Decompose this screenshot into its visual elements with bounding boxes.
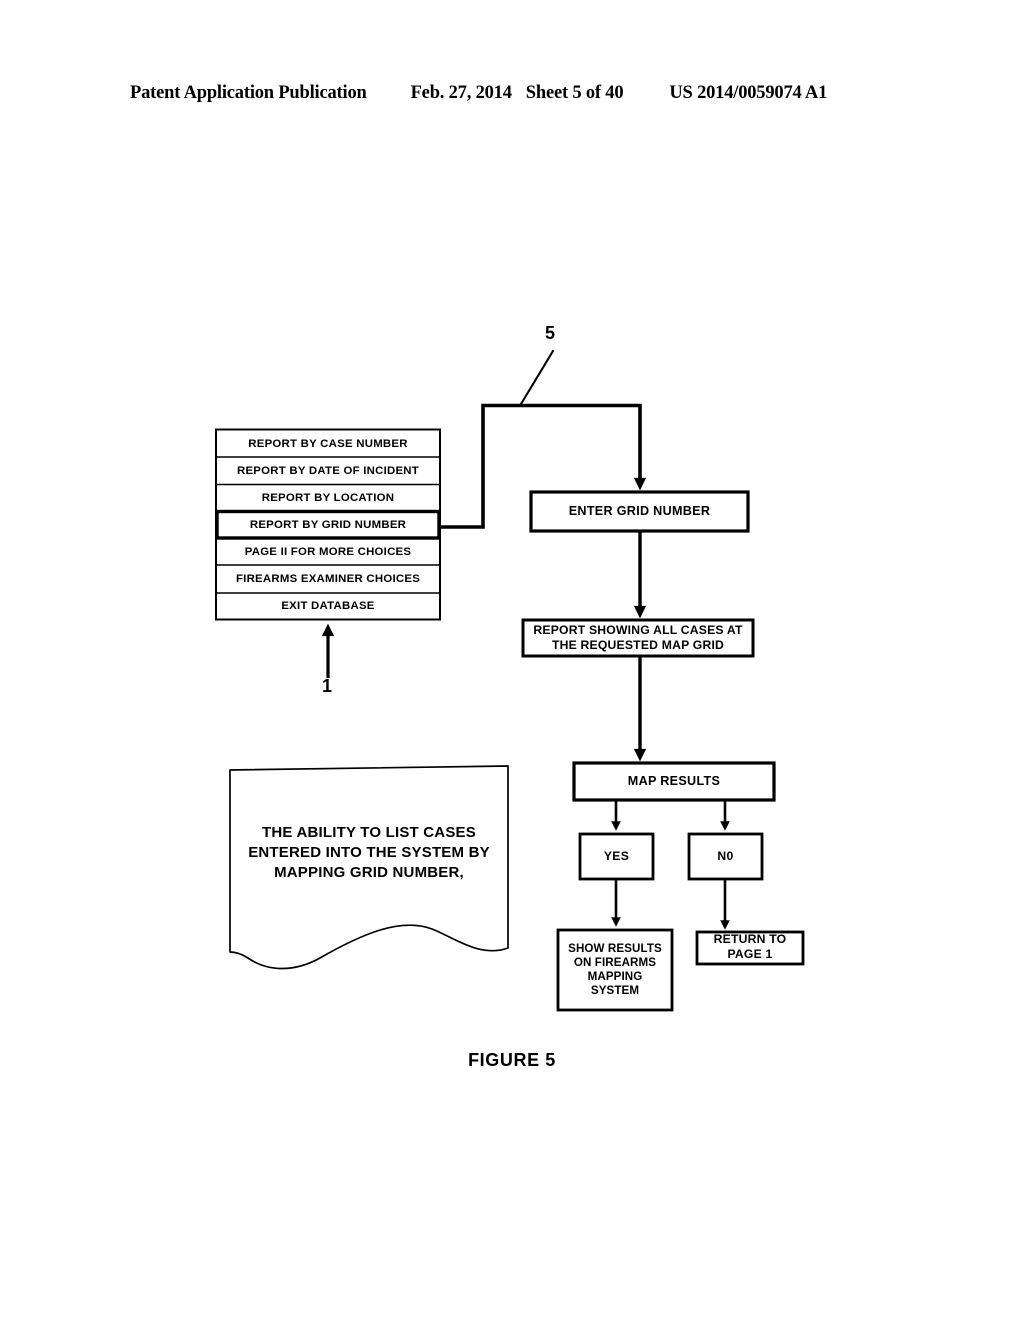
menu-item-report-by-date-of-incident[interactable]: REPORT BY DATE OF INCIDENT (216, 457, 440, 485)
leader-line-5 (519, 349, 555, 406)
node-text-line-2: THE REQUESTED MAP GRID (551, 638, 725, 652)
node-text-line-1: REPORT SHOWING ALL CASES AT (533, 623, 743, 638)
node-text-line-4: SYSTEM (590, 983, 640, 997)
label-return-to-page-1: RETURN TO PAGE 1 (697, 930, 803, 964)
node-text-line-3: MAPPING (587, 970, 643, 983)
ref-num-text: 5 (545, 323, 556, 343)
menu-item-page-ii-for-more-choices[interactable]: PAGE II FOR MORE CHOICES (216, 538, 440, 565)
node-text: YES (603, 849, 630, 864)
note-text-line-1: THE ABILITY TO LIST CASES (262, 823, 476, 841)
ref-num-text: 1 (322, 676, 333, 696)
label-show-results: SHOW RESULTS ON FIREARMS MAPPING SYSTEM (558, 930, 672, 1010)
note-text-line-2: ENTERED INTO THE SYSTEM BY (248, 843, 490, 861)
node-text-line-2: PAGE 1 (727, 947, 773, 961)
menu-item-label: REPORT BY DATE OF INCIDENT (236, 464, 419, 477)
reference-numeral-1: 1 (322, 676, 332, 697)
node-text: N0 (717, 849, 734, 864)
node-text: MAP RESULTS (627, 773, 721, 788)
reference-numeral-5: 5 (545, 323, 555, 344)
menu-item-label: REPORT BY GRID NUMBER (249, 518, 407, 531)
menu-item-label: FIREARMS EXAMINER CHOICES (235, 573, 421, 585)
menu-item-report-by-location[interactable]: REPORT BY LOCATION (216, 485, 440, 512)
label-report-showing-cases: REPORT SHOWING ALL CASES AT THE REQUESTE… (523, 620, 753, 656)
figure-caption-text: FIGURE 5 (468, 1050, 556, 1070)
label-no: N0 (689, 834, 762, 879)
node-text: ENTER GRID NUMBER (568, 503, 711, 518)
node-text-line-1: RETURN TO (713, 932, 787, 947)
menu-item-label: PAGE II FOR MORE CHOICES (244, 545, 412, 558)
flowchart-svg (215, 349, 805, 1012)
note-text-line-3: MAPPING GRID NUMBER, (274, 864, 464, 882)
label-yes: YES (580, 834, 653, 879)
figure-drawing (0, 0, 1024, 1320)
patent-drawing-page: Patent Application Publication Feb. 27, … (0, 0, 1024, 1320)
torn-note-text: THE ABILITY TO LIST CASES ENTERED INTO T… (230, 818, 508, 888)
figure-caption: FIGURE 5 (0, 1050, 1024, 1071)
menu-item-label: EXIT DATABASE (281, 600, 375, 613)
menu-item-label: REPORT BY CASE NUMBER (248, 437, 408, 450)
menu-item-label: REPORT BY LOCATION (261, 491, 395, 504)
node-text-line-1: SHOW RESULTS (568, 942, 662, 956)
label-map-results: MAP RESULTS (574, 763, 774, 800)
menu-item-exit-database[interactable]: EXIT DATABASE (216, 593, 440, 620)
node-text-line-2: ON FIREARMS (573, 956, 657, 970)
menu-item-firearms-examiner-choices[interactable]: FIREARMS EXAMINER CHOICES (216, 565, 440, 593)
menu-item-report-by-case-number[interactable]: REPORT BY CASE NUMBER (216, 430, 440, 457)
label-enter-grid-number: ENTER GRID NUMBER (531, 492, 748, 531)
menu-item-report-by-grid-number[interactable]: REPORT BY GRID NUMBER (216, 511, 440, 538)
